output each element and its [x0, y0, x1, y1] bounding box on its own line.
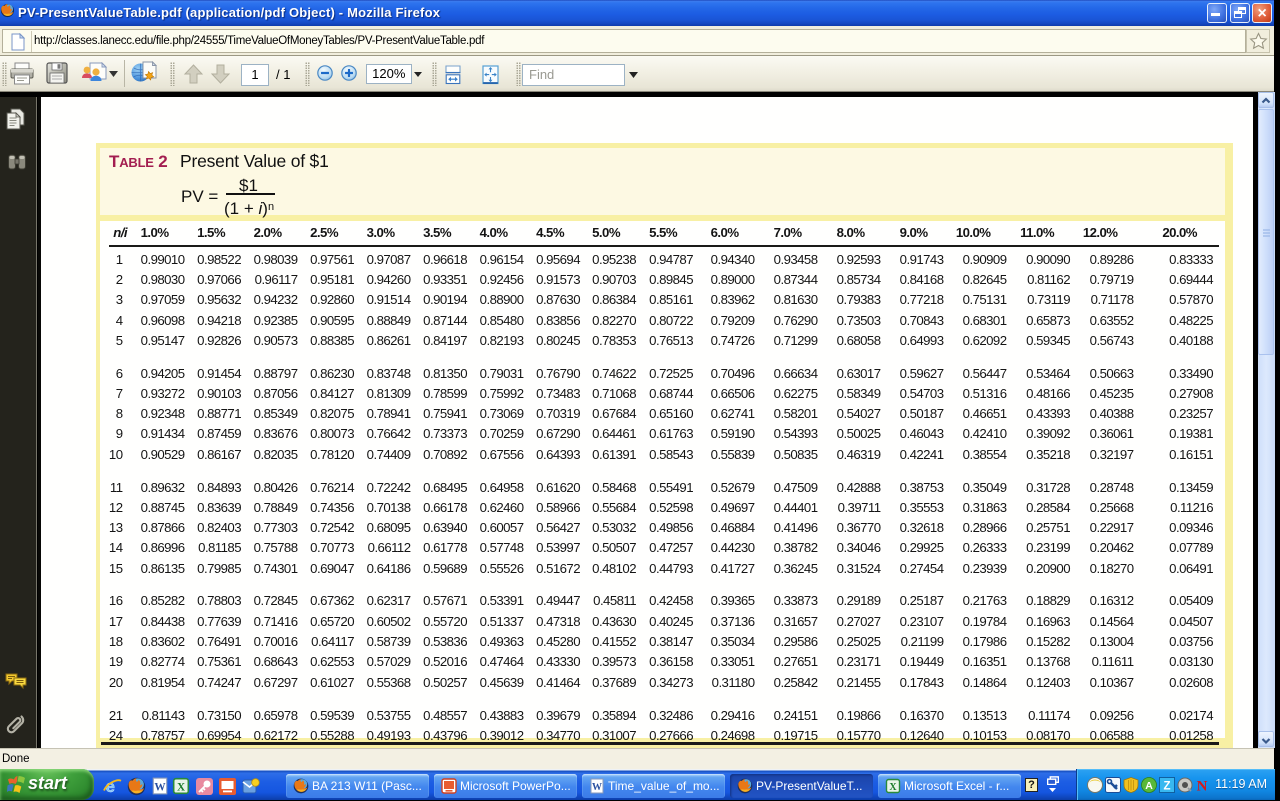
svg-text:X: X: [889, 782, 897, 793]
svg-text:X: X: [177, 782, 185, 794]
svg-text:W: W: [154, 782, 166, 794]
svg-text:W: W: [592, 782, 602, 793]
svg-text:A: A: [1145, 780, 1153, 792]
svg-text:N: N: [1197, 779, 1208, 794]
svg-text:Z: Z: [1163, 781, 1170, 793]
